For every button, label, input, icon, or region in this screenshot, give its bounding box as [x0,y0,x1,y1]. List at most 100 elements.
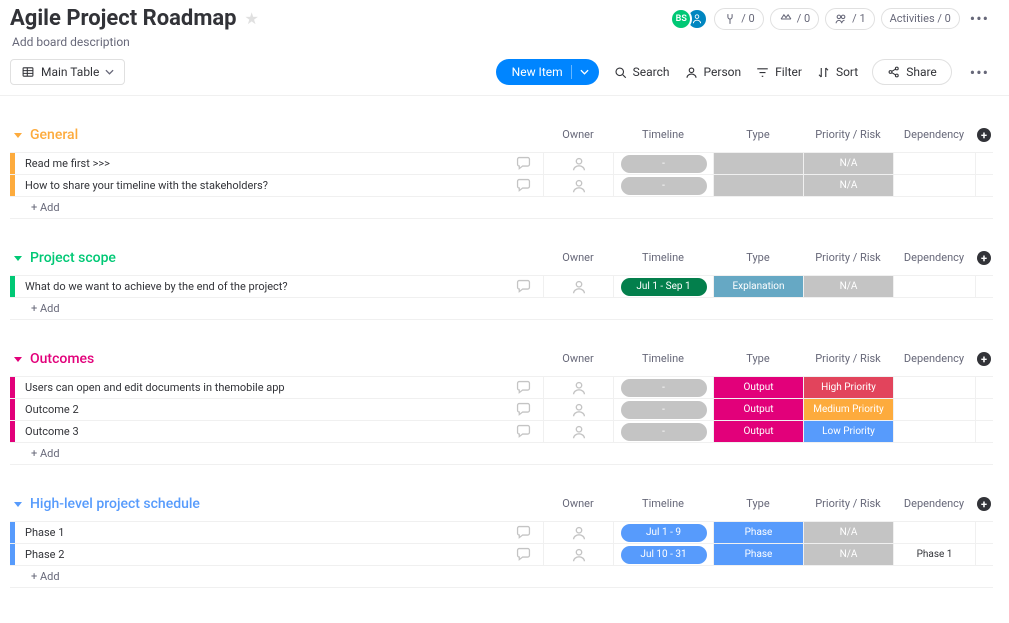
view-selector[interactable]: Main Table [10,59,125,85]
group-collapse-toggle[interactable] [10,127,26,143]
priority-cell[interactable]: Medium Priority [803,399,893,420]
search-button[interactable]: Search [613,65,670,80]
timeline-cell[interactable]: - [613,377,713,398]
avatar[interactable]: BS [670,8,692,30]
add-item-row[interactable]: + Add [10,297,993,320]
priority-cell[interactable]: N/A [803,153,893,174]
item-name[interactable]: Phase 2 [15,544,503,565]
add-column-button[interactable]: + [977,497,991,511]
column-header-owner[interactable]: Owner [543,128,613,142]
filter-button[interactable]: Filter [755,65,802,80]
item-name[interactable]: How to share your timeline with the stak… [15,175,503,196]
owner-cell[interactable] [543,153,613,174]
conversation-button[interactable] [503,175,543,196]
item-name[interactable]: Outcome 2 [15,399,503,420]
group-collapse-toggle[interactable] [10,496,26,512]
timeline-cell[interactable]: - [613,175,713,196]
column-header-timeline[interactable]: Timeline [613,128,713,142]
type-cell[interactable]: Output [713,399,803,420]
owner-cell[interactable] [543,399,613,420]
sort-button[interactable]: Sort [816,65,858,80]
conversation-button[interactable] [503,544,543,565]
priority-cell[interactable]: Low Priority [803,421,893,442]
conversation-button[interactable] [503,421,543,442]
conversation-button[interactable] [503,399,543,420]
column-header-type[interactable]: Type [713,497,803,511]
priority-cell[interactable]: High Priority [803,377,893,398]
more-menu-icon[interactable]: ••• [966,9,993,28]
type-cell[interactable]: Output [713,377,803,398]
add-column-button[interactable]: + [977,128,991,142]
owner-cell[interactable] [543,276,613,297]
add-column-button[interactable]: + [977,352,991,366]
timeline-cell[interactable]: Jul 10 - 31 [613,544,713,565]
type-cell[interactable]: Output [713,421,803,442]
column-header-dependency[interactable]: Dependency [893,352,975,366]
column-header-type[interactable]: Type [713,251,803,265]
add-column-button[interactable]: + [977,251,991,265]
group-title[interactable]: Project scope [30,250,116,266]
owner-cell[interactable] [543,421,613,442]
timeline-cell[interactable]: - [613,153,713,174]
new-item-button[interactable]: New Item [496,59,599,85]
owner-cell[interactable] [543,544,613,565]
group-collapse-toggle[interactable] [10,351,26,367]
column-header-owner[interactable]: Owner [543,251,613,265]
timeline-cell[interactable]: Jul 1 - 9 [613,522,713,543]
favorite-star-icon[interactable]: ★ [245,9,259,28]
item-name[interactable]: Outcome 3 [15,421,503,442]
conversation-button[interactable] [503,153,543,174]
priority-cell[interactable]: N/A [803,544,893,565]
column-header-type[interactable]: Type [713,128,803,142]
column-header-type[interactable]: Type [713,352,803,366]
group-collapse-toggle[interactable] [10,250,26,266]
column-header-priority[interactable]: Priority / Risk [803,128,893,142]
priority-cell[interactable]: N/A [803,175,893,196]
priority-cell[interactable]: N/A [803,522,893,543]
toolbar-more-icon[interactable]: ••• [966,63,993,82]
add-item-row[interactable]: + Add [10,565,993,588]
item-name[interactable]: What do we want to achieve by the end of… [15,276,503,297]
column-header-timeline[interactable]: Timeline [613,497,713,511]
chevron-down-icon[interactable] [580,69,589,75]
type-cell[interactable]: Phase [713,522,803,543]
invite-chip[interactable]: / 1 [825,8,874,30]
dependency-cell[interactable] [893,175,975,196]
column-header-owner[interactable]: Owner [543,352,613,366]
integrate-chip[interactable]: / 0 [714,8,763,30]
dependency-cell[interactable] [893,153,975,174]
add-item-row[interactable]: + Add [10,196,993,219]
column-header-priority[interactable]: Priority / Risk [803,497,893,511]
board-title[interactable]: Agile Project Roadmap [10,6,237,31]
dependency-cell[interactable] [893,399,975,420]
column-header-priority[interactable]: Priority / Risk [803,251,893,265]
member-avatars[interactable]: BS [670,8,708,30]
add-item-row[interactable]: + Add [10,442,993,465]
group-title[interactable]: High-level project schedule [30,496,200,512]
owner-cell[interactable] [543,522,613,543]
column-header-priority[interactable]: Priority / Risk [803,352,893,366]
column-header-owner[interactable]: Owner [543,497,613,511]
conversation-button[interactable] [503,522,543,543]
group-title[interactable]: General [30,127,78,143]
person-filter-button[interactable]: Person [684,65,742,80]
item-name[interactable]: Read me first >>> [15,153,503,174]
dependency-cell[interactable] [893,276,975,297]
column-header-dependency[interactable]: Dependency [893,128,975,142]
dependency-cell[interactable] [893,522,975,543]
type-cell[interactable] [713,153,803,174]
dependency-cell[interactable] [893,421,975,442]
timeline-cell[interactable]: - [613,421,713,442]
column-header-dependency[interactable]: Dependency [893,251,975,265]
type-cell[interactable] [713,175,803,196]
board-description[interactable]: Add board description [12,35,993,49]
type-cell[interactable]: Explanation [713,276,803,297]
column-header-dependency[interactable]: Dependency [893,497,975,511]
column-header-timeline[interactable]: Timeline [613,251,713,265]
activities-chip[interactable]: Activities / 0 [881,8,960,29]
conversation-button[interactable] [503,377,543,398]
item-name[interactable]: Phase 1 [15,522,503,543]
priority-cell[interactable]: N/A [803,276,893,297]
column-header-timeline[interactable]: Timeline [613,352,713,366]
owner-cell[interactable] [543,377,613,398]
